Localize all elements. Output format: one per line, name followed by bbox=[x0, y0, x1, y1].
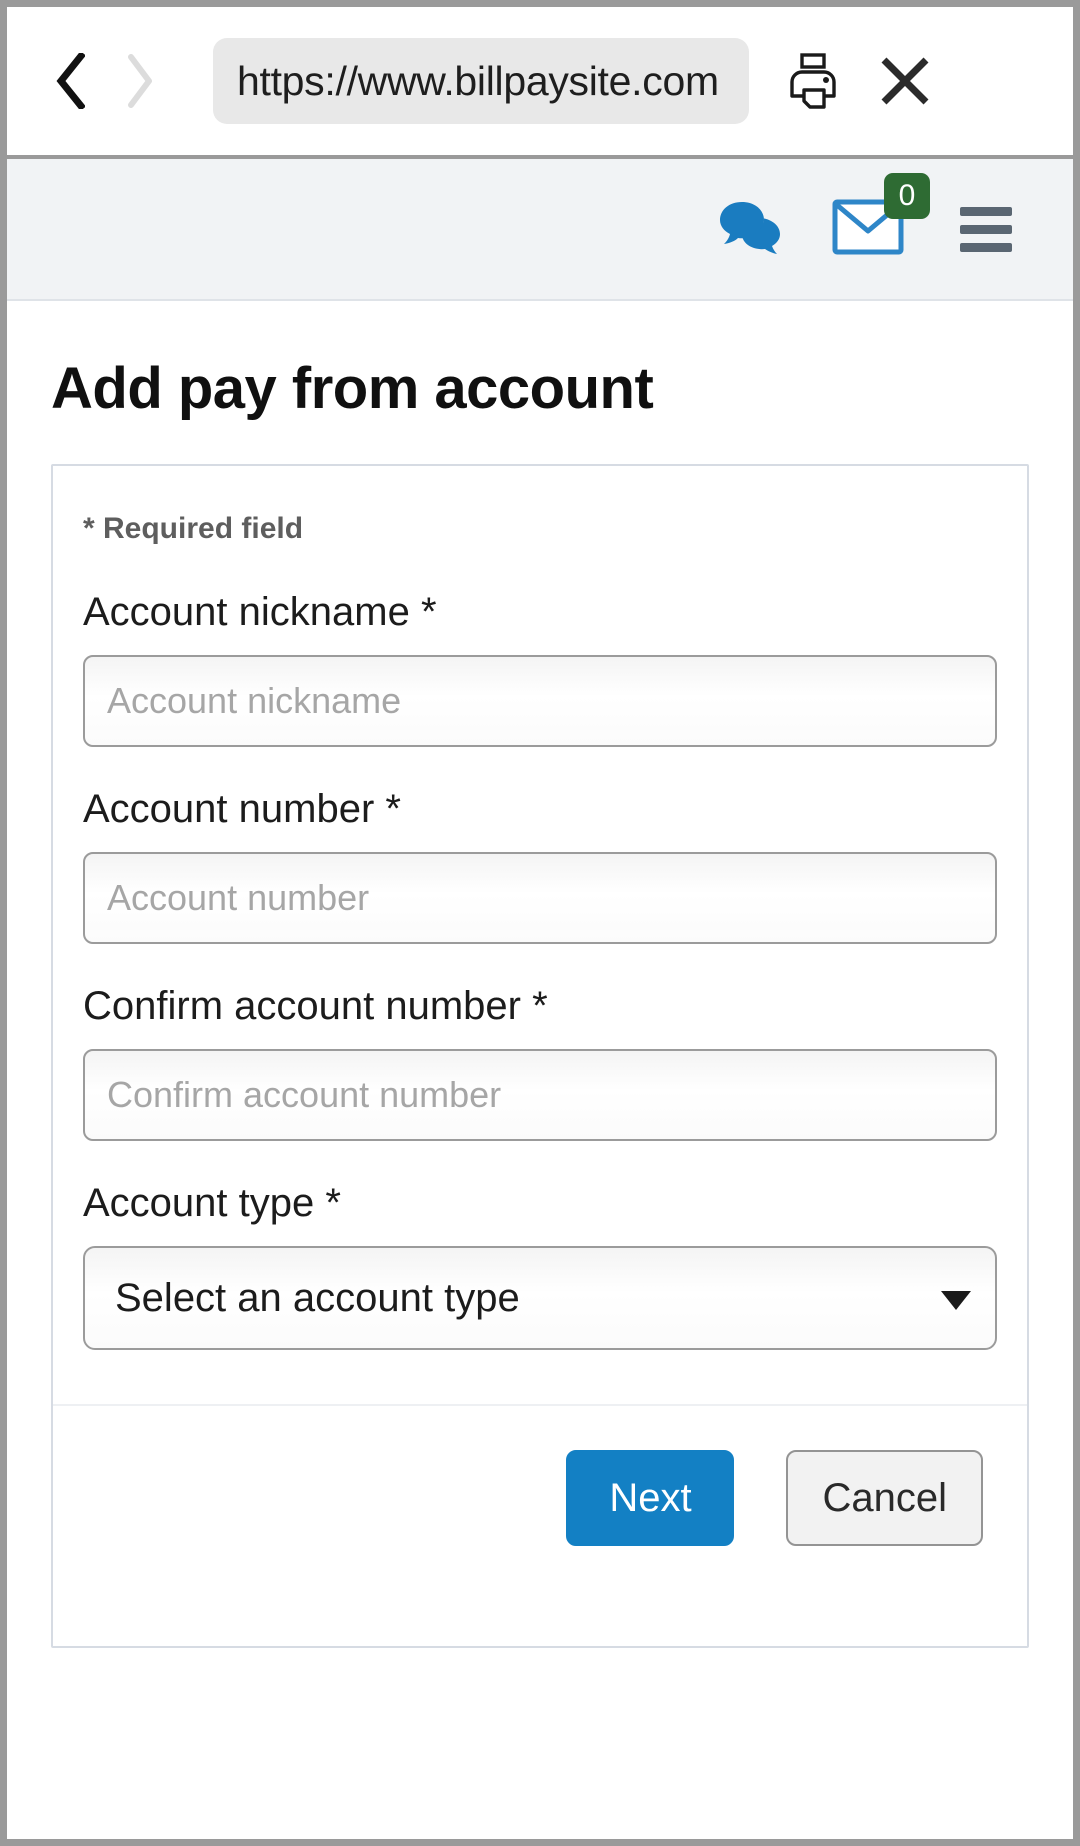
browser-window: https://www.billpaysite.com 0 Add pay fr… bbox=[0, 0, 1080, 1846]
hamburger-icon bbox=[960, 206, 1012, 252]
account-number-label: Account number * bbox=[83, 787, 401, 831]
chevron-right-icon bbox=[128, 54, 152, 108]
page-content: Add pay from account * Required field Ac… bbox=[7, 355, 1073, 1648]
browser-chrome-bar: https://www.billpaysite.com bbox=[7, 7, 1073, 159]
field-account-type: Account type * Select an account type bbox=[83, 1181, 997, 1350]
url-text: https://www.billpaysite.com bbox=[237, 57, 719, 104]
close-button[interactable] bbox=[859, 35, 951, 127]
print-button[interactable] bbox=[767, 35, 859, 127]
printer-icon bbox=[790, 53, 836, 109]
app-toolbar: 0 bbox=[7, 159, 1073, 301]
account-type-select-wrapper: Select an account type bbox=[83, 1246, 997, 1350]
mail-wrapper: 0 bbox=[832, 172, 930, 260]
page-title: Add pay from account bbox=[51, 356, 654, 421]
required-field-note: * Required field bbox=[83, 512, 304, 545]
account-type-select[interactable]: Select an account type bbox=[83, 1246, 997, 1350]
account-type-label: Account type * bbox=[83, 1181, 341, 1225]
account-number-input[interactable] bbox=[83, 852, 997, 944]
form-actions: Next Cancel bbox=[53, 1406, 1027, 1646]
chat-bubbles-icon bbox=[720, 202, 780, 254]
back-button[interactable] bbox=[35, 36, 105, 126]
menu-button[interactable] bbox=[927, 170, 1045, 288]
field-account-number: Account number * bbox=[83, 787, 997, 944]
inbox-button[interactable]: 0 bbox=[809, 170, 930, 288]
account-type-selected-value: Select an account type bbox=[115, 1275, 520, 1320]
inbox-count-badge: 0 bbox=[884, 172, 930, 219]
form-body: * Required field Account nickname * Acco… bbox=[53, 466, 1027, 1404]
next-button[interactable]: Next bbox=[566, 1450, 735, 1546]
address-bar[interactable]: https://www.billpaysite.com bbox=[213, 38, 749, 124]
cancel-button[interactable]: Cancel bbox=[786, 1450, 983, 1546]
forward-button[interactable] bbox=[105, 36, 175, 126]
account-nickname-label: Account nickname * bbox=[83, 590, 437, 634]
add-account-form-card: * Required field Account nickname * Acco… bbox=[51, 464, 1029, 1648]
messages-button[interactable] bbox=[691, 170, 809, 288]
confirm-account-number-input[interactable] bbox=[83, 1049, 997, 1141]
confirm-account-number-label: Confirm account number * bbox=[83, 984, 548, 1028]
field-account-nickname: Account nickname * bbox=[83, 590, 997, 747]
field-confirm-account-number: Confirm account number * bbox=[83, 984, 997, 1141]
account-nickname-input[interactable] bbox=[83, 655, 997, 747]
close-icon bbox=[881, 57, 929, 105]
chevron-left-icon bbox=[56, 53, 85, 109]
